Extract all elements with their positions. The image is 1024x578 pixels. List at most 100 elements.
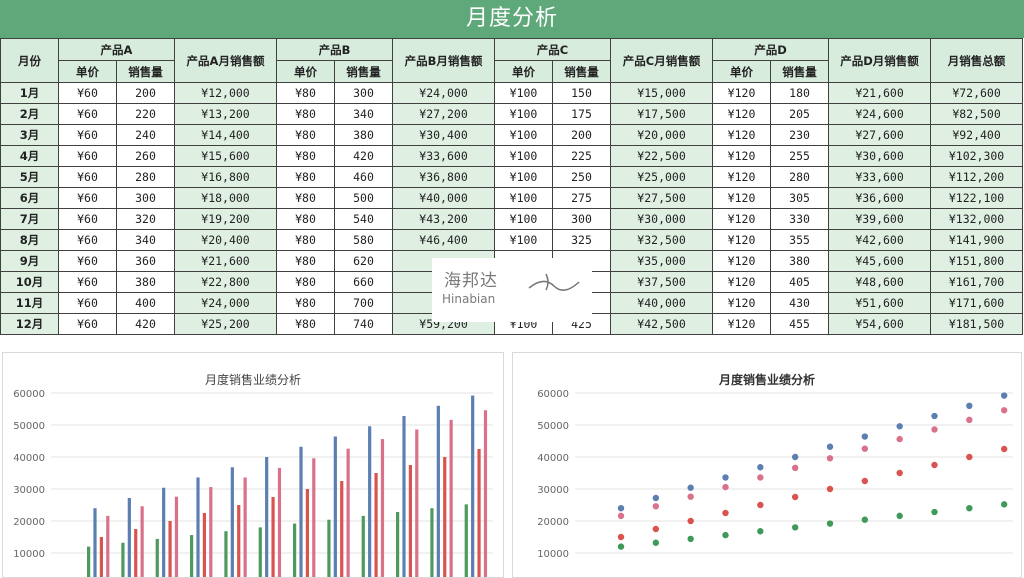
cell-c-sales: ¥35,000: [610, 250, 714, 272]
point: [931, 508, 938, 516]
cell-c-price: ¥100: [494, 208, 554, 230]
cell-d-sales: ¥30,600: [828, 145, 932, 167]
cell-d-qty: 455: [770, 313, 830, 335]
cell-month: 6月: [0, 187, 59, 209]
cell-a-sales: ¥20,400: [174, 229, 277, 251]
cell-b-qty: 300: [333, 82, 394, 104]
bar: [305, 489, 309, 577]
bar: [483, 410, 488, 577]
bar: [333, 436, 337, 577]
point: [722, 483, 729, 491]
cell-a-qty: 300: [116, 187, 175, 209]
cell-d-sales: ¥33,600: [828, 166, 932, 188]
cell-c-sales: ¥22,500: [610, 145, 714, 167]
bar: [230, 467, 234, 577]
header-month: 月份: [0, 38, 59, 83]
cell-c-price: ¥100: [494, 145, 554, 167]
y-tick-label: 40000: [537, 453, 569, 464]
bar: [430, 508, 434, 577]
header-c-sales: 产品C月销售额: [610, 38, 714, 83]
cell-total: ¥151,800: [930, 250, 1024, 272]
point: [966, 402, 973, 409]
cell-d-price: ¥120: [712, 82, 772, 104]
bar: [258, 527, 262, 577]
cell-c-price: ¥100: [494, 187, 554, 209]
cell-a-qty: 200: [116, 82, 175, 104]
bar: [140, 506, 144, 577]
point: [931, 426, 938, 433]
table-row: 4月 ¥60 260 ¥15,600 ¥80 420 ¥33,600 ¥100 225 ¥22,5…: [0, 145, 1024, 167]
bar: [87, 546, 91, 577]
bar: [174, 496, 179, 577]
cell-c-qty: 175: [552, 103, 612, 125]
cell-c-price: ¥100: [494, 82, 554, 104]
cell-a-price: ¥60: [58, 313, 117, 335]
bar: [162, 487, 166, 577]
cell-b-price: ¥80: [276, 229, 335, 251]
cell-b-qty: 740: [333, 313, 394, 335]
cell-c-sales: ¥17,500: [610, 103, 714, 125]
cell-d-price: ¥120: [712, 145, 772, 167]
cell-d-qty: 405: [770, 271, 830, 293]
point: [1000, 407, 1008, 414]
cell-d-sales: ¥45,600: [828, 250, 932, 272]
scatter-chart: 60000 50000 40000 30000 20000 10000: [537, 389, 1013, 560]
y-tick-label: 10000: [537, 549, 569, 560]
point: [757, 464, 764, 471]
bar: [449, 419, 453, 577]
cell-d-qty: 205: [770, 103, 830, 125]
cell-a-price: ¥60: [58, 187, 117, 209]
cell-month: 7月: [0, 208, 59, 230]
cell-month: 1月: [0, 82, 59, 104]
cell-d-price: ¥120: [712, 313, 772, 335]
cell-c-qty: 325: [552, 229, 612, 251]
cell-d-qty: 230: [770, 124, 830, 146]
cell-a-qty: 360: [116, 250, 175, 272]
cell-total: ¥161,700: [930, 271, 1024, 293]
point: [791, 464, 799, 472]
bar: [168, 521, 172, 577]
cell-c-sales: ¥30,000: [610, 208, 714, 230]
cell-a-price: ¥60: [58, 250, 117, 272]
cell-b-price: ¥80: [276, 271, 335, 293]
point: [757, 528, 764, 535]
point: [687, 535, 694, 543]
cell-c-qty: 275: [552, 187, 612, 209]
cell-a-price: ¥60: [58, 292, 117, 314]
cell-d-price: ¥120: [712, 187, 772, 209]
page-title: 月度分析: [0, 0, 1024, 38]
cell-b-sales: ¥30,400: [392, 124, 496, 146]
cell-b-sales: ¥40,000: [392, 187, 496, 209]
header-c-price: 单价: [494, 60, 554, 83]
cell-c-sales: ¥20,000: [610, 124, 714, 146]
cell-a-price: ¥60: [58, 208, 117, 230]
point: [896, 469, 903, 477]
point: [931, 412, 938, 420]
y-tick-label: 30000: [13, 485, 45, 496]
cell-a-qty: 420: [116, 313, 175, 335]
cell-d-qty: 380: [770, 250, 830, 272]
cell-c-qty: 250: [552, 166, 612, 188]
cell-d-qty: 305: [770, 187, 830, 209]
cell-a-qty: 260: [116, 145, 175, 167]
cell-b-sales: ¥27,200: [392, 103, 496, 125]
bar: [190, 535, 194, 577]
cell-b-price: ¥80: [276, 187, 335, 209]
table-row: 5月 ¥60 280 ¥16,800 ¥80 460 ¥36,800 ¥100 250 ¥25,0…: [0, 166, 1024, 188]
header-total: 月销售总额: [930, 38, 1024, 83]
cell-b-sales: ¥24,000: [392, 82, 496, 104]
point: [791, 453, 799, 461]
bar: [99, 537, 103, 577]
point: [617, 505, 625, 512]
cell-a-price: ¥60: [58, 166, 117, 188]
point: [896, 435, 903, 443]
cell-total: ¥82,500: [930, 103, 1024, 125]
bar: [415, 429, 419, 577]
cell-d-price: ¥120: [712, 250, 772, 272]
point: [757, 501, 764, 509]
cell-total: ¥102,300: [930, 145, 1024, 167]
point: [791, 524, 799, 531]
bar: [464, 504, 468, 577]
cell-total: ¥171,600: [930, 292, 1024, 314]
cell-b-qty: 700: [333, 292, 394, 314]
